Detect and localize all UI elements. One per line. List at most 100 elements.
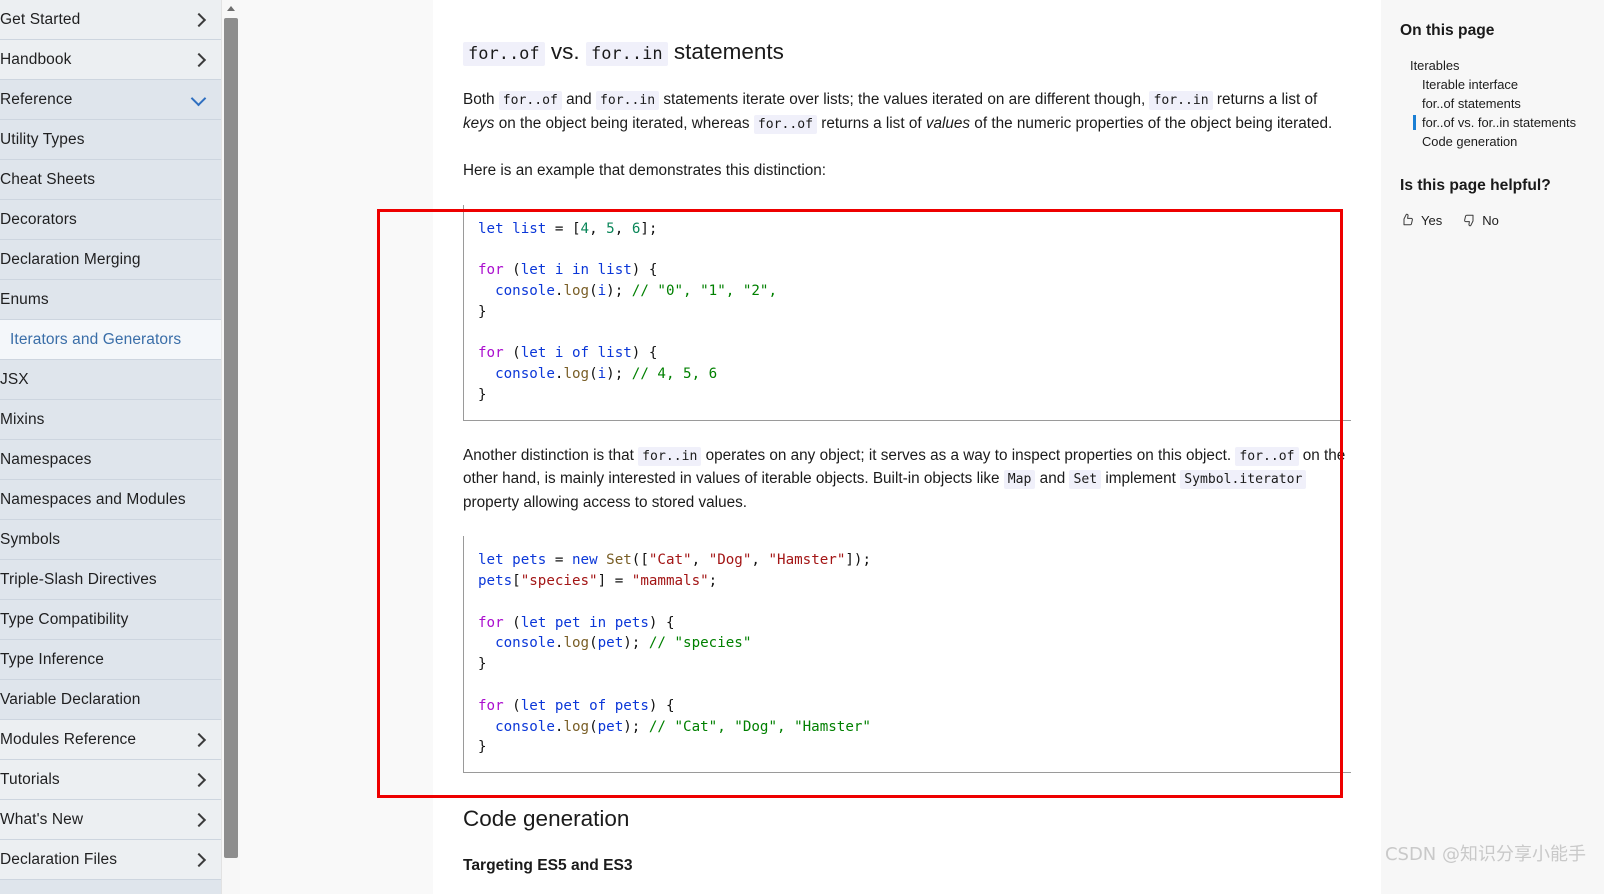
page-root: Get Started Handbook Reference Utility Type…	[0, 0, 1604, 894]
sidebar-item-modules-reference[interactable]: Modules Reference	[0, 720, 221, 760]
p1-code4: for..of	[753, 114, 818, 134]
code-block-pets-set: let pets = new Set(["Cat", "Dog", "Hamst…	[463, 536, 1351, 774]
toc-title: On this page	[1400, 22, 1495, 39]
section-heading-code-generation: Code generation	[463, 806, 630, 832]
sidebar-item-label: Type Inference	[0, 650, 104, 668]
sidebar-item-utility-types[interactable]: Utility Types	[0, 120, 221, 160]
p3-t1: Another distinction is that	[463, 446, 639, 464]
toc-list: Iterables Iterable interface for..of state…	[1400, 56, 1604, 151]
sidebar-item-triple-slash-directives[interactable]: Triple-Slash Directives	[0, 560, 221, 600]
p1-t5: on the object being iterated, whereas	[494, 114, 754, 132]
sidebar-item-label: Namespaces and Modules	[0, 490, 186, 508]
code-block-forof-vs-forin: let list = [4, 5, 6]; for (let i in list…	[463, 204, 1351, 421]
sidebar-item-symbols[interactable]: Symbols	[0, 520, 221, 560]
p3-t2: operates on any object; it serves as a w…	[701, 446, 1236, 464]
p3-code4: Set	[1069, 470, 1102, 490]
sidebar-item-jsx[interactable]: JSX	[0, 360, 221, 400]
sidebar-item-label: Utility Types	[0, 130, 85, 148]
code-line: }	[478, 386, 487, 403]
p3-code1: for..in	[638, 446, 702, 466]
sidebar-item-label: Decorators	[0, 210, 77, 228]
code-line: }	[478, 656, 487, 673]
chevron-right-icon	[191, 772, 207, 788]
p3-t6: property allowing access to stored value…	[463, 493, 747, 511]
sidebar-item-type-inference[interactable]: Type Inference	[0, 640, 221, 680]
scrollbar-thumb[interactable]	[224, 18, 238, 858]
p3-code3: Map	[1003, 470, 1036, 490]
sidebar-item-type-compatibility[interactable]: Type Compatibility	[0, 600, 221, 640]
code-line: console.log(i); // "0", "1", "2",	[495, 282, 778, 299]
sidebar-item-namespaces-and-modules[interactable]: Namespaces and Modules	[0, 480, 221, 520]
code-line: for (let i of list) {	[478, 345, 658, 362]
sidebar-item-label: Modules Reference	[0, 730, 137, 748]
p3-t4: and	[1035, 470, 1070, 488]
toc-item-code-generation[interactable]: Code generation	[1400, 132, 1604, 151]
helpful-vote-row: Yes No	[1400, 212, 1604, 228]
toc-item-for-of-vs-for-in-statements[interactable]: for..of vs. for..in statements	[1400, 113, 1604, 132]
sidebar-item-label: Variable Declaration	[0, 690, 141, 708]
vote-yes-label: Yes	[1421, 212, 1443, 228]
paragraph-another-distinction: Another distinction is that for..in oper…	[463, 445, 1351, 515]
sidebar-item-get-started[interactable]: Get Started	[0, 0, 221, 40]
sidebar-item-label: Reference	[0, 90, 73, 108]
sidebar-item-iterators-and-generators[interactable]: Iterators and Generators	[0, 320, 221, 360]
toc-item-iterables[interactable]: Iterables	[1400, 56, 1604, 75]
code-line: console.log(i); // 4, 5, 6	[495, 366, 718, 383]
sidebar-item-tutorials[interactable]: Tutorials	[0, 760, 221, 800]
sidebar-item-label: Iterators and Generators	[10, 330, 182, 348]
sidebar-item-label: JSX	[0, 370, 29, 388]
p3-code5: Symbol.iterator	[1180, 470, 1307, 490]
chevron-right-icon	[191, 852, 207, 868]
vote-no-button[interactable]: No	[1461, 212, 1499, 228]
heading-vs: vs.	[550, 39, 580, 64]
sidebar-scrollbar[interactable]	[221, 0, 240, 894]
p1-t4: returns a list of	[1212, 91, 1318, 108]
sidebar-item-label: Tutorials	[0, 770, 60, 788]
sidebar-item-reference[interactable]: Reference	[0, 80, 221, 120]
paragraph-intro: Both for..of and for..in statements iter…	[463, 89, 1351, 136]
vote-no-label: No	[1482, 212, 1499, 228]
chevron-right-icon	[191, 732, 207, 748]
p1-code3: for..in	[1149, 91, 1213, 110]
sidebar-item-label: Enums	[0, 290, 49, 308]
heading-code-forof: for..of	[463, 42, 545, 66]
sidebar-item-label: Namespaces	[0, 450, 92, 468]
code-line: for (let pet of pets) {	[478, 697, 675, 714]
vote-yes-button[interactable]: Yes	[1400, 212, 1442, 228]
subheading-targeting-es5-es3: Targeting ES5 and ES3	[463, 857, 633, 875]
sidebar-item-declaration-merging[interactable]: Declaration Merging	[0, 240, 221, 280]
code-line: console.log(pet); // "species"	[495, 635, 752, 652]
left-sidebar-nav: Get Started Handbook Reference Utility Type…	[0, 0, 221, 894]
p1-em-keys: keys	[463, 114, 495, 132]
sidebar-item-handbook[interactable]: Handbook	[0, 40, 221, 80]
sidebar-item-what-s-new[interactable]: What's New	[0, 800, 221, 840]
sidebar-item-decorators[interactable]: Decorators	[0, 200, 221, 240]
sidebar-item-variable-declaration[interactable]: Variable Declaration	[0, 680, 221, 720]
sidebar-item-mixins[interactable]: Mixins	[0, 400, 221, 440]
scroll-up-arrow-icon[interactable]	[222, 0, 241, 16]
code-line: let pets = new Set(["Cat", "Dog", "Hamst…	[478, 552, 871, 569]
sidebar-item-label: Symbols	[0, 530, 61, 548]
code-line: for (let pet in pets) {	[478, 614, 675, 631]
toc-item-for-of-statements[interactable]: for..of statements	[1400, 94, 1604, 113]
sidebar-item-label: What's New	[0, 810, 84, 828]
main-content: for..of vs. for..in statements Both for.…	[433, 0, 1381, 894]
p1-t7: of the numeric properties of the object …	[970, 114, 1333, 132]
sidebar-item-cheat-sheets[interactable]: Cheat Sheets	[0, 160, 221, 200]
p1-em-values: values	[925, 114, 971, 132]
sidebar-item-namespaces[interactable]: Namespaces	[0, 440, 221, 480]
sidebar-item-enums[interactable]: Enums	[0, 280, 221, 320]
toc-item-iterable-interface[interactable]: Iterable interface	[1400, 75, 1604, 94]
sidebar-item-declaration-files[interactable]: Declaration Files	[0, 840, 221, 880]
code-line: console.log(pet); // "Cat", "Dog", "Hams…	[495, 718, 871, 735]
sidebar-item-label: Declaration Files	[0, 850, 118, 868]
chevron-right-icon	[191, 52, 207, 68]
helpful-title: Is this page helpful?	[1400, 177, 1551, 194]
sidebar-item-label: Handbook	[0, 50, 72, 68]
on-this-page-panel: On this page Iterables Iterable interface…	[1381, 0, 1604, 894]
code-line: }	[478, 303, 487, 320]
